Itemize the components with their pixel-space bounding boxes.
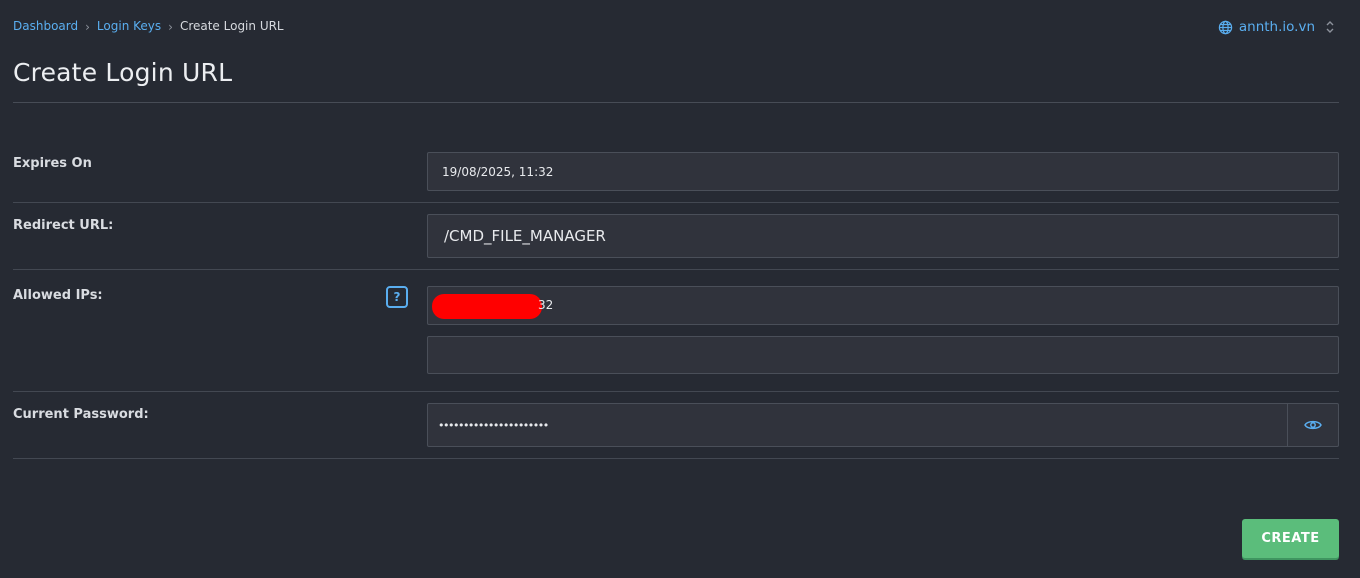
globe-icon <box>1218 20 1233 35</box>
expires-on-input[interactable] <box>442 164 1338 179</box>
expires-on-row: Expires On <box>13 152 1339 191</box>
title-divider <box>13 102 1339 103</box>
row-divider <box>13 391 1339 392</box>
allowed-ip-1-visible-text: 32 <box>538 298 554 312</box>
show-password-button[interactable] <box>1287 404 1338 446</box>
breadcrumb-separator-icon: › <box>85 20 90 34</box>
breadcrumb-login-keys[interactable]: Login Keys <box>97 19 161 33</box>
current-password-field[interactable]: •••••••••••••••••••••• <box>427 403 1339 447</box>
breadcrumb-current: Create Login URL <box>179 19 284 33</box>
eye-icon <box>1304 416 1322 435</box>
create-button[interactable]: CREATE <box>1242 519 1339 558</box>
current-password-row: Current Password: •••••••••••••••••••••• <box>13 403 1339 447</box>
current-password-value[interactable]: •••••••••••••••••••••• <box>438 419 549 432</box>
help-icon[interactable]: ? <box>386 286 408 308</box>
breadcrumb: Dashboard › Login Keys › Create Login UR… <box>13 19 1339 34</box>
allowed-ip-field-2[interactable] <box>427 336 1339 374</box>
row-divider <box>13 458 1339 459</box>
redirect-url-input[interactable] <box>444 227 1338 245</box>
breadcrumb-separator-icon: › <box>168 20 173 34</box>
page-title: Create Login URL <box>13 58 233 87</box>
domain-label: annth.io.vn <box>1238 19 1315 35</box>
redirect-url-row: Redirect URL: <box>13 214 1339 258</box>
allowed-ip-2-input[interactable] <box>442 347 1338 363</box>
top-bar: Dashboard › Login Keys › Create Login UR… <box>13 19 1339 37</box>
current-password-label: Current Password: <box>13 407 149 422</box>
expires-on-field[interactable] <box>427 152 1339 191</box>
create-login-url-page: Dashboard › Login Keys › Create Login UR… <box>0 0 1360 578</box>
expires-on-label: Expires On <box>13 156 92 171</box>
allowed-ips-row: Allowed IPs: ? 32 <box>13 272 1339 382</box>
redaction-mark <box>432 294 542 319</box>
breadcrumb-dashboard[interactable]: Dashboard <box>13 19 78 33</box>
allowed-ips-label: Allowed IPs: <box>13 288 103 303</box>
allowed-ip-field-1[interactable]: 32 <box>427 286 1339 325</box>
redirect-url-field[interactable] <box>427 214 1339 258</box>
row-divider <box>13 202 1339 203</box>
updown-chevron-icon <box>1325 20 1335 34</box>
redirect-url-label: Redirect URL: <box>13 218 114 233</box>
domain-switcher[interactable]: annth.io.vn <box>1218 19 1335 35</box>
row-divider <box>13 269 1339 270</box>
